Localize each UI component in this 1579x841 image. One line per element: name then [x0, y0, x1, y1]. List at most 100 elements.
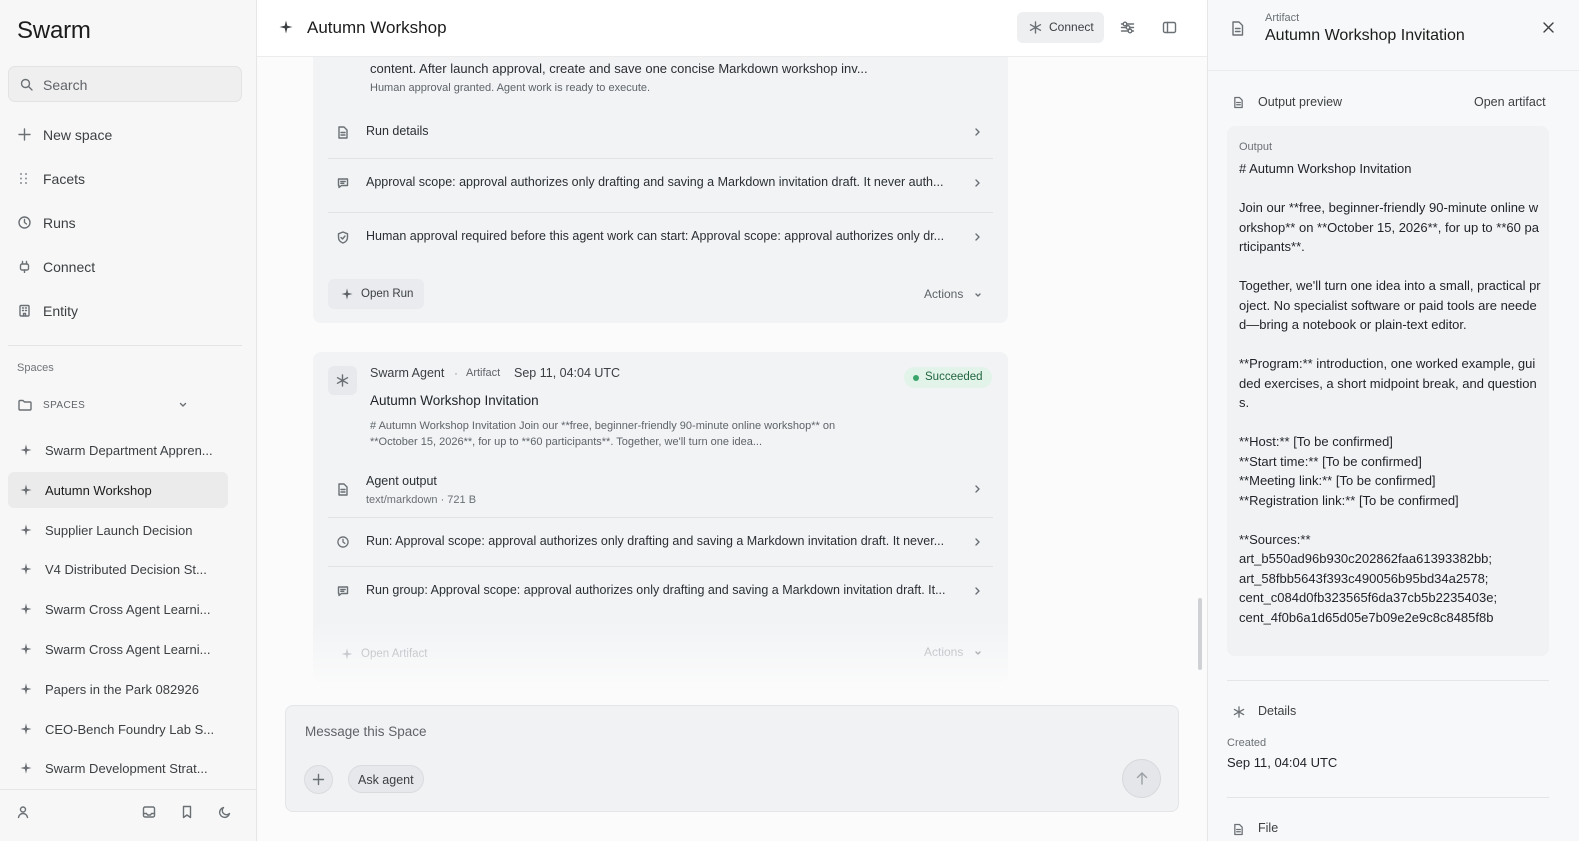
building-icon: [18, 304, 31, 317]
sparkle-icon: [20, 723, 32, 735]
sidebar-space-item[interactable]: V4 Distributed Decision St...: [8, 551, 228, 587]
sparkle-icon: [20, 603, 32, 615]
approval-scope-row[interactable]: Approval scope: approval authorizes only…: [328, 158, 993, 206]
output-preview-label: Output preview: [1258, 95, 1343, 109]
plus-icon: [312, 773, 325, 786]
arrow-up-icon: [1135, 771, 1149, 786]
open-run-label: Open Run: [361, 288, 414, 300]
inbox-icon[interactable]: [142, 805, 156, 819]
sidebar-space-item[interactable]: Papers in the Park 082926: [8, 671, 228, 707]
sidebar-space-item[interactable]: Autumn Workshop: [8, 471, 228, 508]
sidebar-space-item[interactable]: Swarm Cross Agent Learni...: [8, 591, 228, 627]
asterisk-icon: [1029, 21, 1042, 34]
nav-entity[interactable]: Entity: [8, 294, 242, 328]
asterisk-icon: [1233, 706, 1245, 718]
open-artifact-button[interactable]: Open Artifact: [328, 639, 438, 669]
row-label: Human approval required before this agen…: [366, 229, 945, 243]
nav-facets[interactable]: Facets: [8, 162, 242, 196]
close-icon[interactable]: [1542, 21, 1555, 34]
panel-divider: [1227, 680, 1549, 681]
add-attachment-button[interactable]: [304, 765, 333, 794]
spaces-group-label: SPACES: [43, 400, 86, 411]
meta-separator: ·: [454, 366, 458, 380]
run-card: content. After launch approval, create a…: [313, 57, 1008, 323]
approval-note: Human approval granted. Agent work is re…: [370, 82, 651, 94]
sidebar-space-item[interactable]: CEO-Bench Foundry Lab S...: [8, 711, 228, 747]
sidebar-space-item[interactable]: Swarm Cross Agent Learni...: [8, 631, 228, 667]
send-button[interactable]: [1122, 759, 1161, 798]
row-label: Run details: [366, 124, 429, 138]
actions-label: Actions: [924, 645, 964, 659]
artifact-actions-dropdown[interactable]: Actions: [924, 645, 981, 659]
bookmark-icon[interactable]: [180, 805, 194, 819]
nav-label: Connect: [43, 259, 96, 275]
created-value: Sep 11, 04:04 UTC: [1227, 755, 1338, 770]
scrollbar-thumb[interactable]: [1198, 598, 1202, 670]
sliders-icon[interactable]: [1120, 20, 1135, 35]
run-actions-dropdown[interactable]: Actions: [924, 287, 981, 301]
output-box: Output # Autumn Workshop Invitation Join…: [1227, 126, 1549, 656]
output-label: Output: [1239, 141, 1273, 153]
sidebar-space-item[interactable]: Supplier Launch Decision: [8, 512, 228, 548]
artifact-title: Autumn Workshop Invitation: [370, 393, 539, 408]
ask-agent-button[interactable]: Ask agent: [348, 765, 424, 793]
asterisk-icon: [336, 374, 349, 387]
sparkle-icon: [20, 444, 32, 456]
spaces-group-toggle[interactable]: SPACES: [8, 395, 198, 417]
open-run-button[interactable]: Open Run: [328, 279, 424, 309]
main-header: Autumn Workshop Connect: [257, 0, 1207, 57]
status-dot: [913, 375, 919, 381]
panel-toggle-icon[interactable]: [1162, 20, 1177, 35]
sidebar-divider: [8, 345, 242, 346]
sidebar-space-item[interactable]: Swarm Department Appren...: [8, 432, 228, 468]
space-label: V4 Distributed Decision St...: [45, 562, 207, 578]
space-label: CEO-Bench Foundry Lab S...: [45, 721, 215, 737]
sidebar-footer: [0, 789, 256, 841]
nav-runs[interactable]: Runs: [8, 206, 242, 240]
artifact-kind: Artifact: [466, 367, 501, 379]
sidebar-space-item[interactable]: Swarm Development Strat...: [8, 750, 228, 786]
sidebar: Swarm Search New space Facets Runs Conne…: [0, 0, 257, 841]
open-artifact-label: Open Artifact: [361, 648, 428, 660]
run-details-row[interactable]: Run details: [328, 108, 993, 156]
sparkle-icon: [341, 648, 353, 660]
artifact-card: Swarm Agent · Artifact Sep 11, 04:04 UTC…: [313, 352, 1008, 682]
chevron-right-icon: [973, 586, 982, 596]
output-mime: text/markdown · 721 B: [366, 494, 477, 506]
space-label: Swarm Cross Agent Learni...: [45, 602, 211, 618]
moon-icon[interactable]: [218, 805, 232, 819]
nav-label: New space: [43, 127, 113, 143]
page-title: Autumn Workshop: [307, 18, 447, 37]
account-icon[interactable]: [16, 805, 30, 819]
nav-connect[interactable]: Connect: [8, 250, 242, 284]
run-link-row[interactable]: Run: Approval scope: approval authorizes…: [328, 517, 993, 565]
agent-output-row[interactable]: Agent output text/markdown · 721 B: [328, 465, 993, 513]
grid-icon: [18, 172, 31, 185]
open-artifact-link[interactable]: Open artifact: [1474, 95, 1546, 109]
search-icon: [20, 78, 33, 91]
chevron-down-icon: [974, 291, 982, 299]
artifact-timestamp: Sep 11, 04:04 UTC: [514, 366, 621, 380]
sparkle-icon: [279, 20, 293, 34]
output-preview-row: Output preview Open artifact: [1227, 92, 1567, 114]
message-input[interactable]: [305, 724, 1065, 739]
artifact-preview-line: # Autumn Workshop Invitation Join our **…: [370, 420, 836, 432]
actions-label: Actions: [924, 287, 964, 301]
nav-new-space[interactable]: New space: [8, 118, 242, 152]
connect-button[interactable]: Connect: [1017, 12, 1104, 43]
search-input[interactable]: Search: [8, 66, 242, 102]
row-label: Run: Approval scope: approval authorizes…: [366, 534, 945, 548]
status-badge: Succeeded: [904, 367, 992, 388]
message-icon: [337, 177, 349, 189]
chevron-down-icon: [178, 400, 188, 410]
human-approval-row[interactable]: Human approval required before this agen…: [328, 212, 993, 260]
search-placeholder: Search: [43, 77, 88, 93]
chevron-right-icon: [973, 537, 982, 547]
run-group-row[interactable]: Run group: Approval scope: approval auth…: [328, 566, 993, 614]
sparkle-icon: [20, 563, 32, 575]
row-label: Run group: Approval scope: approval auth…: [366, 583, 946, 597]
chevron-right-icon: [973, 127, 982, 137]
message-icon: [337, 585, 349, 597]
row-label: Agent output: [366, 474, 437, 488]
details-label: Details: [1258, 704, 1297, 718]
